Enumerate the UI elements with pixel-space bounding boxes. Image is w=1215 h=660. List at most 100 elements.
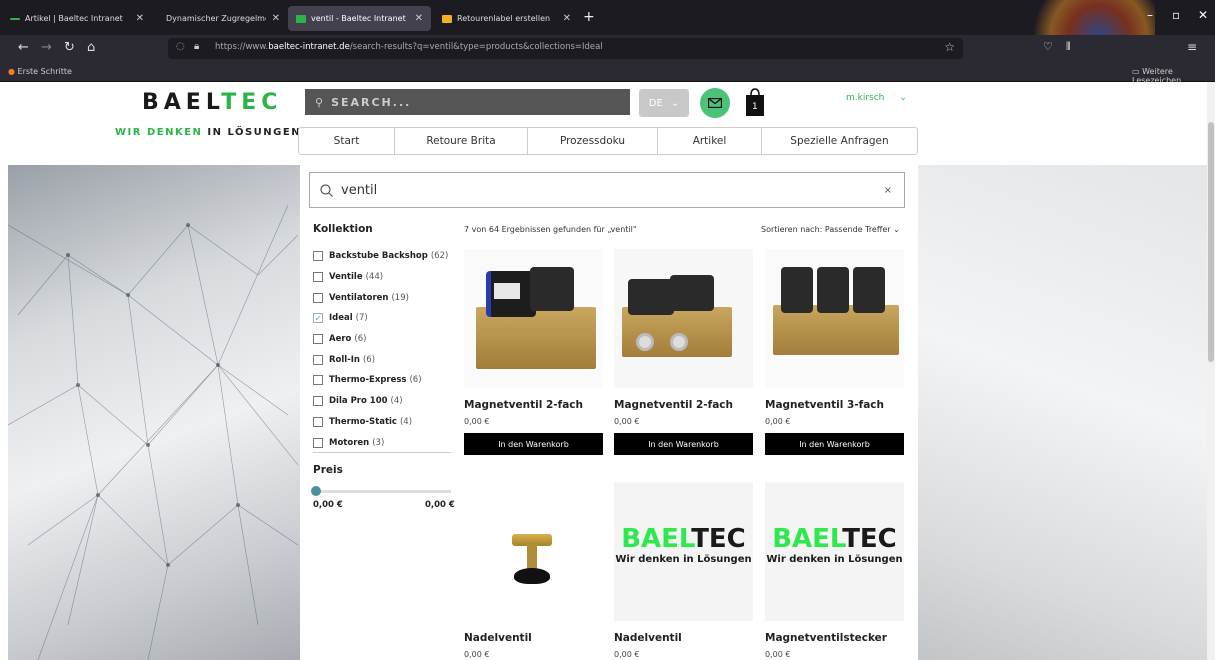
language-select[interactable]: DE ⌄ [639,89,689,117]
folder-icon: ▭ [1132,67,1140,76]
checkbox-checked[interactable]: ✓ [313,313,323,324]
filter-motoren[interactable]: Motoren (3) [313,432,453,453]
clear-search-icon[interactable]: × [884,185,892,196]
url-bar[interactable]: ◌ 🔒︎ https://www.baeltec-intranet.de/sea… [168,38,963,59]
checkbox[interactable] [313,437,323,448]
bookmark-star-icon[interactable]: ☆ [944,40,955,54]
maximize-icon[interactable]: ▫ [1172,8,1180,22]
library-icon[interactable]: ⫴ [1066,40,1071,54]
site-slogan: WIR DENKEN IN LÖSUNGEN [115,127,302,138]
browser-tab[interactable]: Retourenlabel erstellen ✕ [434,6,579,31]
product-name[interactable]: Magnetventilstecker [765,632,904,644]
browser-tab[interactable]: Dynamischer Zugregelmotor | B ✕ [158,6,288,31]
product-image[interactable] [464,249,603,388]
browser-nav-bar: ← → ↻ ⌂ ◌ 🔒︎ https://www.baeltec-intrane… [0,35,1215,62]
nav-start[interactable]: Start [299,128,395,154]
nav-artikel[interactable]: Artikel [658,128,762,154]
product-image[interactable]: BAELTEC Wir denken in Lösungen [765,482,904,621]
product-image[interactable]: BAELTEC Wir denken in Lösungen [614,482,753,621]
price-slider-handle[interactable] [311,486,321,496]
close-tab-icon[interactable]: ✕ [272,13,280,24]
product-name[interactable]: Magnetventil 2-fach [614,399,753,411]
checkbox[interactable] [313,354,323,365]
nav-spezielle-anfragen[interactable]: Spezielle Anfragen [762,128,917,154]
product-name[interactable]: Nadelventil [464,632,603,644]
baeltec-placeholder-logo: BAELTEC Wir denken in Lösungen [766,524,903,565]
product-name[interactable]: Magnetventil 3-fach [765,399,904,411]
new-tab-icon[interactable]: + [583,9,595,25]
product-price: 0,00 € [464,417,490,426]
bookmark-erste-schritte[interactable]: ● Erste Schritte [8,67,72,76]
tab-label: Dynamischer Zugregelmotor | B [166,14,266,23]
filter-thermo-static[interactable]: Thermo-Static (4) [313,412,453,433]
add-to-cart-button[interactable]: In den Warenkorb [614,433,753,455]
filter-roll-in[interactable]: Roll-In (6) [313,349,453,370]
back-icon[interactable]: ← [18,40,29,55]
product-card[interactable]: Nadelventil 0,00 € [464,482,603,659]
checkbox[interactable] [313,292,323,303]
filter-thermo-express[interactable]: Thermo-Express (6) [313,370,453,391]
product-price: 0,00 € [765,650,791,659]
product-name[interactable]: Magnetventil 2-fach [464,399,603,411]
mail-button[interactable] [700,88,730,118]
sort-dropdown[interactable]: Sortieren nach: Passende Treffer ⌄ [761,225,900,234]
search-icon [320,183,333,197]
cart-button[interactable]: 1 [744,87,766,117]
product-image[interactable] [614,249,753,388]
add-to-cart-button[interactable]: In den Warenkorb [765,433,904,455]
product-card[interactable]: Magnetventil 2-fach 0,00 € In den Warenk… [614,249,753,455]
browser-tab-active[interactable]: ventil - Baeltec Intranet ✕ [288,6,431,31]
shield-icon[interactable]: ◌ [176,41,185,52]
checkbox[interactable] [313,334,323,345]
product-image[interactable] [464,482,603,621]
product-card[interactable]: Magnetventil 2-fach 0,00 € In den Warenk… [464,249,603,455]
envelope-icon [708,98,722,108]
lock-icon[interactable]: 🔒︎ [194,41,199,52]
browser-tab[interactable]: Artikel | Baeltec Intranet ✕ [2,6,152,31]
firefox-icon: ● [8,67,15,76]
product-name[interactable]: Nadelventil [614,632,753,644]
chevron-down-icon: ⌄ [893,225,900,234]
price-slider-track[interactable] [313,490,451,493]
checkbox[interactable] [313,396,323,407]
pocket-icon[interactable]: ♡ [1043,40,1053,53]
web-page: BAELTEC WIR DENKEN IN LÖSUNGEN ⚲ SEARCH.… [0,82,1215,660]
collection-filter-list: Backstube Backshop (62) Ventile (44) Venti… [313,246,453,453]
nav-retoure-brita[interactable]: Retoure Brita [395,128,528,154]
site-logo[interactable]: BAELTEC [142,90,282,115]
menu-icon[interactable]: ≡ [1187,40,1197,54]
product-card[interactable]: BAELTEC Wir denken in Lösungen Magnetven… [765,482,904,659]
filter-ventile[interactable]: Ventile (44) [313,267,453,288]
close-tab-icon[interactable]: ✕ [415,13,423,24]
forward-icon[interactable]: → [41,40,52,55]
results-search-input[interactable]: ventil × [309,172,905,208]
nav-prozessdoku[interactable]: Prozessdoku [528,128,658,154]
background-right [918,165,1208,660]
scrollbar-thumb[interactable] [1208,122,1214,362]
product-image[interactable] [765,249,904,388]
checkbox[interactable] [313,375,323,386]
filter-ventilatoren[interactable]: Ventilatoren (19) [313,287,453,308]
close-tab-icon[interactable]: ✕ [563,13,571,24]
page-scrollbar[interactable] [1207,82,1215,660]
filter-ideal[interactable]: ✓ Ideal (7) [313,308,453,329]
filter-dila-pro-100[interactable]: Dila Pro 100 (4) [313,391,453,412]
url-text: https://www.baeltec-intranet.de/search-r… [215,42,603,52]
add-to-cart-button[interactable]: In den Warenkorb [464,433,603,455]
close-tab-icon[interactable]: ✕ [136,13,144,24]
product-card[interactable]: BAELTEC Wir denken in Lösungen Nadelvent… [614,482,753,659]
browser-tab-bar: Artikel | Baeltec Intranet ✕ Dynamischer… [0,0,1215,90]
filter-backstube-backshop[interactable]: Backstube Backshop (62) [313,246,453,267]
home-icon[interactable]: ⌂ [87,40,95,55]
site-search-input[interactable]: ⚲ SEARCH... [305,89,630,115]
reload-icon[interactable]: ↻ [64,40,75,55]
user-menu[interactable]: m.kirsch ⌄ [846,93,907,103]
checkbox[interactable] [313,272,323,283]
checkbox[interactable] [313,416,323,427]
checkbox[interactable] [313,251,323,262]
close-window-icon[interactable]: ✕ [1198,8,1208,22]
filter-aero[interactable]: Aero (6) [313,329,453,350]
product-card[interactable]: Magnetventil 3-fach 0,00 € In den Warenk… [765,249,904,455]
search-icon: ⚲ [315,95,326,109]
minimize-icon[interactable]: – [1147,8,1153,22]
